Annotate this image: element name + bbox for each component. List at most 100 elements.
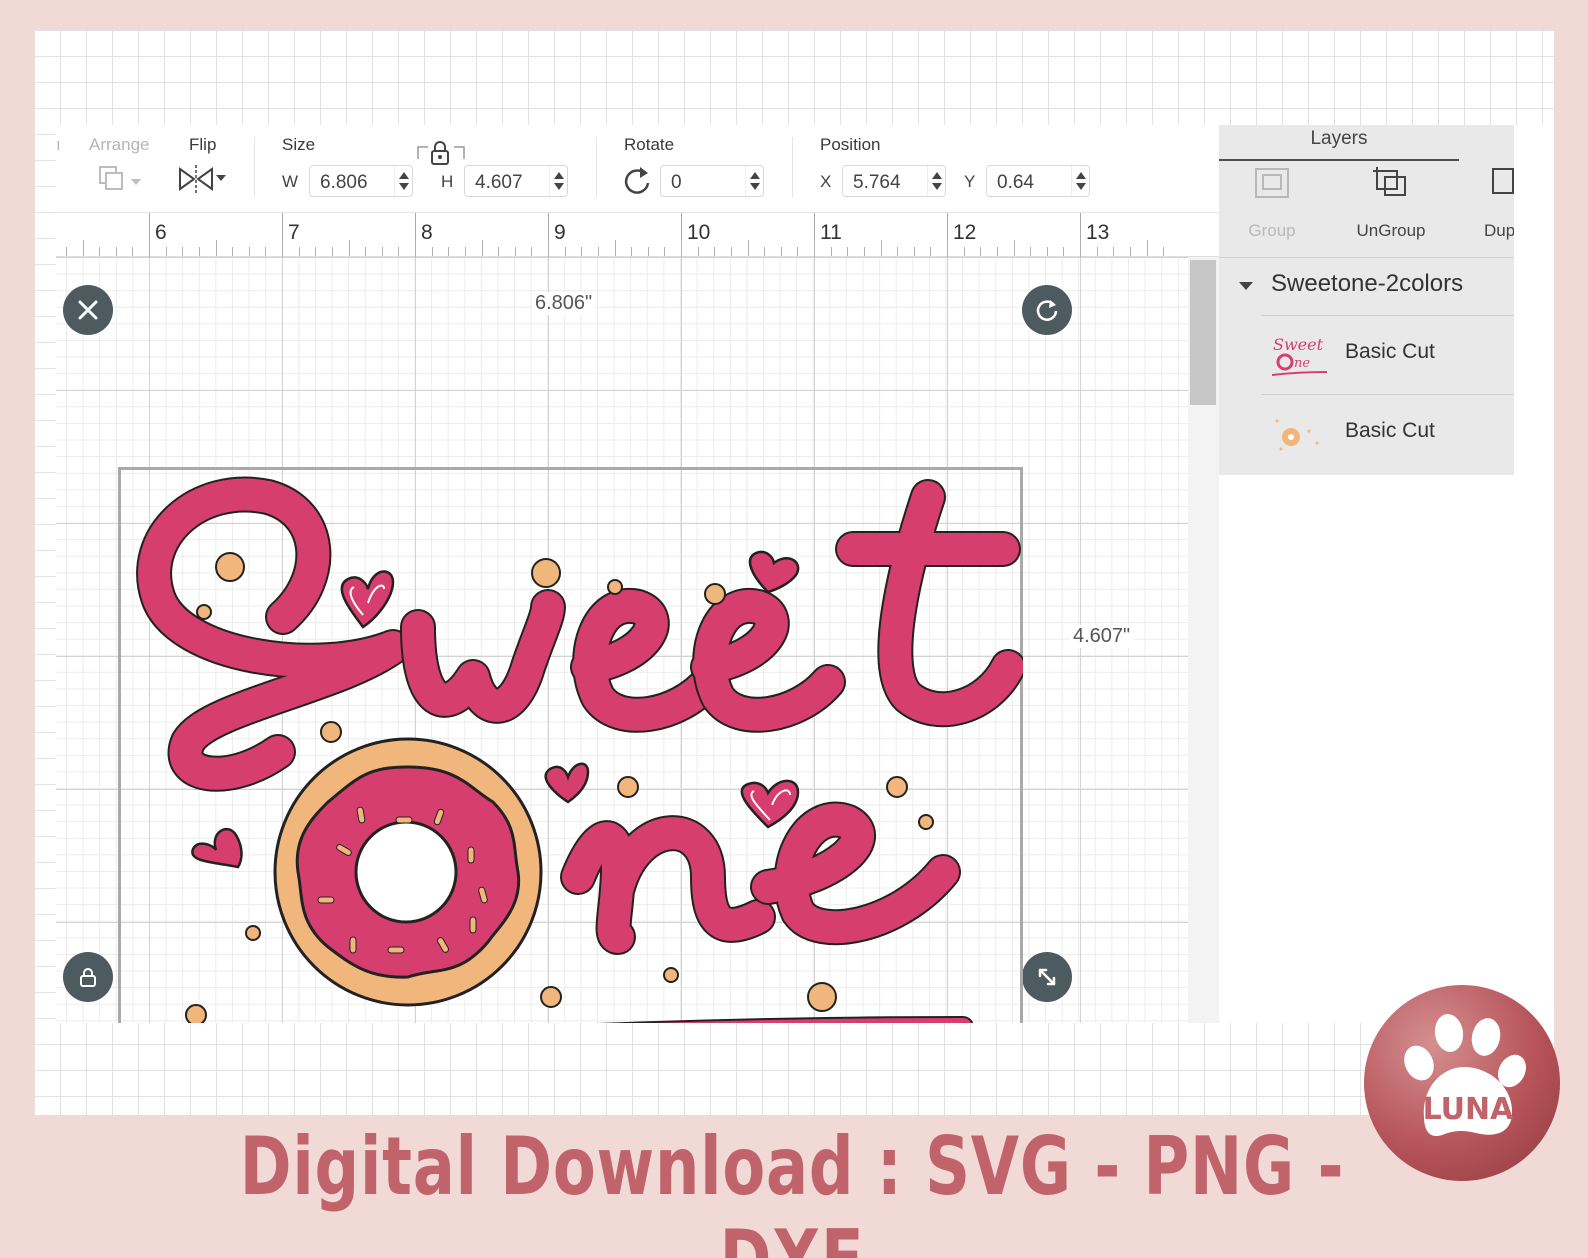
- design-canvas[interactable]: 6.806" 4.607": [56, 257, 1188, 1023]
- svg-text:ne: ne: [1294, 356, 1310, 371]
- ruler-minor-tick: [448, 247, 450, 256]
- ruler-minor-tick: [581, 247, 583, 256]
- layer-item[interactable]: Basic Cut: [1261, 394, 1514, 472]
- ruler-minor-tick: [215, 240, 217, 256]
- height-input[interactable]: 4.607: [464, 165, 568, 197]
- ruler-minor-tick: [1013, 240, 1015, 256]
- ruler-minor-tick: [198, 247, 200, 256]
- width-letter: W: [282, 172, 299, 191]
- ungroup-button[interactable]: UnGroup: [1341, 165, 1441, 241]
- ruler-minor-tick: [481, 240, 483, 256]
- ruler-minor-tick: [165, 247, 167, 256]
- ungroup-icon: [1373, 167, 1406, 196]
- ruler-minor-tick: [1129, 247, 1131, 256]
- ruler-minor-tick: [1063, 247, 1065, 256]
- paw-icon: LUNA: [1404, 1014, 1526, 1137]
- size-label: Size: [282, 135, 316, 154]
- donut-hole: [354, 820, 458, 924]
- ruler-minor-tick: [398, 247, 400, 256]
- rotate-input[interactable]: 0: [660, 165, 764, 197]
- lock-handle[interactable]: [63, 952, 113, 1002]
- ruler-minor-tick: [282, 240, 283, 256]
- ruler-number: 13: [1086, 221, 1110, 244]
- flip-label: Flip: [189, 135, 217, 154]
- ruler-minor-tick: [780, 247, 782, 256]
- ruler-minor-tick: [631, 247, 633, 256]
- ruler-minor-tick: [880, 240, 882, 256]
- luna-logo: LUNA: [1364, 985, 1560, 1181]
- ruler-minor-tick: [149, 240, 150, 256]
- layer-group-name: Sweetone-2colors: [1271, 270, 1464, 297]
- y-position-input[interactable]: 0.64: [986, 165, 1090, 197]
- ruler-minor-tick: [996, 247, 998, 256]
- layers-tab[interactable]: Layers: [1219, 125, 1459, 161]
- rotate-icon[interactable]: [620, 165, 654, 197]
- width-input[interactable]: 6.806: [309, 165, 413, 197]
- chevron-down-icon[interactable]: [1239, 282, 1253, 290]
- ruler-minor-tick: [814, 240, 815, 256]
- layer-item[interactable]: Sweet ne Basic Cut: [1261, 315, 1514, 393]
- ruler-minor-tick: [863, 247, 865, 256]
- ruler-minor-tick: [132, 247, 134, 256]
- scrollbar-thumb[interactable]: [1190, 260, 1216, 405]
- lock-aspect-icon[interactable]: [416, 139, 466, 167]
- ruler-number: 6: [155, 221, 167, 244]
- ruler-number: 9: [554, 221, 566, 244]
- duplicate-button[interactable]: Dup: [1459, 165, 1514, 241]
- ruler-minor-tick: [930, 247, 932, 256]
- delete-handle[interactable]: [63, 285, 113, 335]
- ruler-minor-tick: [830, 247, 832, 256]
- horizontal-ruler: 6 7 8 9 10 11 12 13: [56, 213, 1221, 257]
- ruler-minor-tick: [431, 247, 433, 256]
- ruler-minor-tick: [1146, 240, 1148, 256]
- layer-item-label: Basic Cut: [1345, 340, 1435, 363]
- ruler-minor-tick: [1030, 247, 1032, 256]
- selection-height-label: 4.607": [1070, 625, 1134, 648]
- arrange-label: Arrange: [89, 135, 150, 154]
- group-label: Group: [1248, 221, 1296, 240]
- ruler-minor-tick: [315, 247, 317, 256]
- logo-text: LUNA: [1423, 1092, 1515, 1127]
- resize-handle[interactable]: [1022, 952, 1072, 1002]
- layer-group-row[interactable]: Sweetone-2colors: [1219, 257, 1514, 313]
- ruler-number: 12: [953, 221, 977, 244]
- width-value: 6.806: [320, 172, 368, 193]
- toolbar-divider: [792, 137, 793, 197]
- x-position-input[interactable]: 5.764: [842, 165, 946, 197]
- selection-width-label: 6.806": [532, 292, 596, 315]
- rotate-handle[interactable]: [1022, 285, 1072, 335]
- sweet-one-artwork[interactable]: [118, 467, 1023, 1023]
- ruler-minor-tick: [681, 240, 682, 256]
- ruler-minor-tick: [797, 247, 799, 256]
- height-stepper[interactable]: [549, 166, 567, 196]
- duplicate-icon: [1492, 168, 1514, 194]
- ruler-minor-tick: [365, 247, 367, 256]
- edit-toolbar: ı Arrange Flip Size W 6.806 H 4.607 Rota…: [56, 125, 1221, 213]
- position-label: Position: [820, 135, 881, 154]
- layers-panel-header: Layers Group UnGroup Dup Sweetone-2color…: [1219, 125, 1514, 475]
- design-space-window: ı Arrange Flip Size W 6.806 H 4.607 Rota…: [56, 125, 1554, 1023]
- y-position-stepper[interactable]: [1071, 166, 1089, 196]
- group-button[interactable]: Group: [1222, 165, 1322, 241]
- x-position-stepper[interactable]: [927, 166, 945, 196]
- ruler-minor-tick: [115, 247, 117, 256]
- ruler-minor-tick: [464, 247, 466, 256]
- arrange-icon[interactable]: [96, 163, 146, 199]
- x-position-value: 5.764: [853, 172, 901, 193]
- flip-icon[interactable]: [176, 163, 232, 199]
- ruler-number: 8: [421, 221, 433, 244]
- ruler-minor-tick: [897, 247, 899, 256]
- close-icon: [78, 300, 98, 320]
- canvas-frame: ı Arrange Flip Size W 6.806 H 4.607 Rota…: [34, 30, 1554, 1115]
- resize-icon: [1038, 968, 1056, 986]
- ruler-minor-tick: [514, 247, 516, 256]
- rotate-stepper[interactable]: [745, 166, 763, 196]
- ruler-minor-tick: [232, 247, 234, 256]
- rotate-icon: [1036, 300, 1058, 321]
- ruler-minor-tick: [265, 247, 267, 256]
- ruler-minor-tick: [248, 247, 250, 256]
- ruler-minor-tick: [1163, 247, 1165, 256]
- ruler-minor-tick: [348, 240, 350, 256]
- width-stepper[interactable]: [394, 166, 412, 196]
- x-letter: X: [820, 172, 832, 191]
